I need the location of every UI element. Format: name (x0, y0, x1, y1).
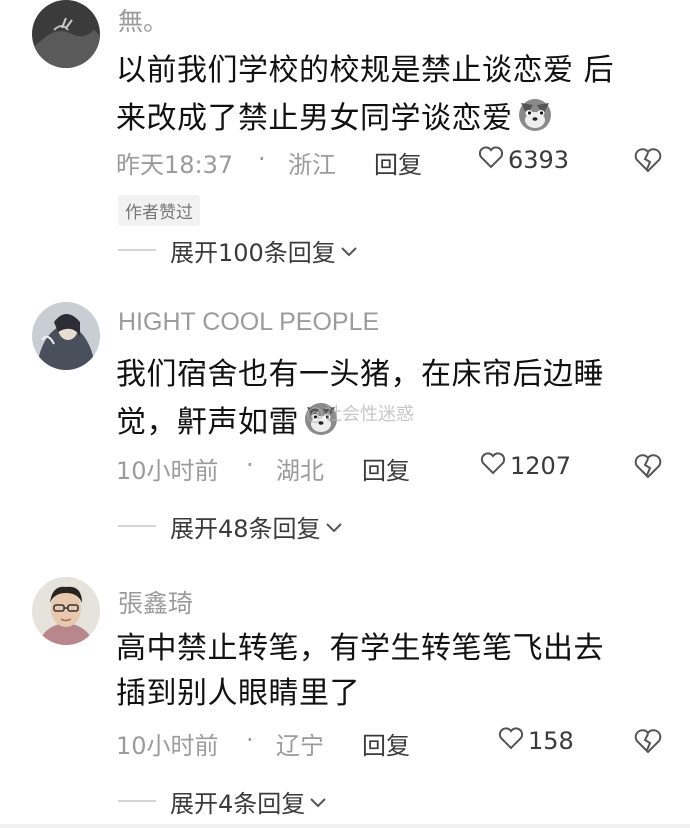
comment-text: 高中禁止转笔，有学生转笔笔飞出去 插到别人眼睛里了 (116, 626, 676, 716)
broken-heart-icon (634, 454, 662, 485)
expand-replies-label: 展开48条回复 (170, 514, 321, 543)
expand-replies-button[interactable]: 展开100条回复 (118, 233, 358, 267)
divider-dash (118, 800, 156, 802)
heart-outline-icon (480, 451, 506, 481)
watermark: @社会性迷惑 (306, 404, 414, 425)
avatar[interactable] (32, 577, 100, 645)
divider-dash (118, 525, 156, 527)
expand-replies-button[interactable]: 展开4条回复 (118, 784, 327, 818)
comment-text-line: 我们宿舍也有一头猪，在床帘后边睡 (116, 357, 604, 392)
username[interactable]: 張鑫琦 (118, 584, 193, 620)
separator-dot: · (258, 145, 266, 173)
username[interactable]: HIGHT COOL PEOPLE (118, 308, 379, 337)
like-count: 1207 (510, 452, 572, 480)
like-button[interactable]: 1207 (480, 451, 571, 481)
comment-text-line: 来改成了禁止男女同学谈恋爱 (116, 93, 676, 146)
username[interactable]: 無。 (118, 2, 168, 38)
heart-outline-icon (498, 726, 524, 756)
timestamp: 10小时前 (116, 732, 219, 760)
author-liked-badge: 作者赞过 (118, 195, 200, 226)
reply-button[interactable]: 回复 (374, 145, 422, 180)
location: 浙江 (288, 151, 336, 179)
avatar[interactable] (32, 0, 100, 68)
like-count: 158 (528, 727, 574, 755)
comment-text-line-content: 来改成了禁止男女同学谈恋爱 (116, 101, 513, 136)
comment-text: 以前我们学校的校规是禁止谈恋爱 后 来改成了禁止男女同学谈恋爱 (116, 48, 676, 146)
comment-text-line: 高中禁止转笔，有学生转笔笔飞出去 (116, 631, 604, 666)
dislike-button[interactable] (634, 453, 662, 485)
expand-replies-label: 展开4条回复 (170, 789, 306, 818)
comment-text-line-content: 觉，鼾声如雷 (116, 405, 299, 440)
dislike-button[interactable] (634, 147, 662, 179)
timestamp: 10小时前 (116, 457, 219, 485)
comment-meta: 10小时前 · 湖北 回复 1207 (116, 451, 676, 485)
comment-meta: 昨天18:37 · 浙江 回复 6393 (116, 145, 676, 179)
bottom-divider (0, 824, 690, 828)
location: 湖北 (276, 457, 324, 485)
comment-text-line: 插到别人眼睛里了 (116, 676, 360, 711)
heart-outline-icon (478, 145, 504, 175)
location: 辽宁 (276, 732, 324, 760)
reply-button[interactable]: 回复 (362, 451, 410, 486)
dog-emoji (515, 93, 555, 146)
chevron-down-icon (309, 787, 327, 815)
like-count: 6393 (508, 146, 570, 174)
comment-meta: 10小时前 · 辽宁 回复 158 (116, 726, 676, 760)
chevron-down-icon (340, 236, 358, 264)
chevron-down-icon (325, 512, 343, 540)
separator-dot: · (246, 726, 254, 754)
like-button[interactable]: 158 (498, 726, 574, 756)
timestamp: 昨天18:37 (116, 151, 234, 179)
comment-text-line: 以前我们学校的校规是禁止谈恋爱 后 (116, 53, 615, 88)
broken-heart-icon (634, 729, 662, 760)
divider-dash (118, 249, 156, 251)
dislike-button[interactable] (634, 728, 662, 760)
separator-dot: · (246, 451, 254, 479)
avatar[interactable] (32, 302, 100, 370)
expand-replies-label: 展开100条回复 (170, 238, 336, 267)
like-button[interactable]: 6393 (478, 145, 569, 175)
broken-heart-icon (634, 148, 662, 179)
expand-replies-button[interactable]: 展开48条回复 (118, 509, 343, 543)
reply-button[interactable]: 回复 (362, 726, 410, 761)
